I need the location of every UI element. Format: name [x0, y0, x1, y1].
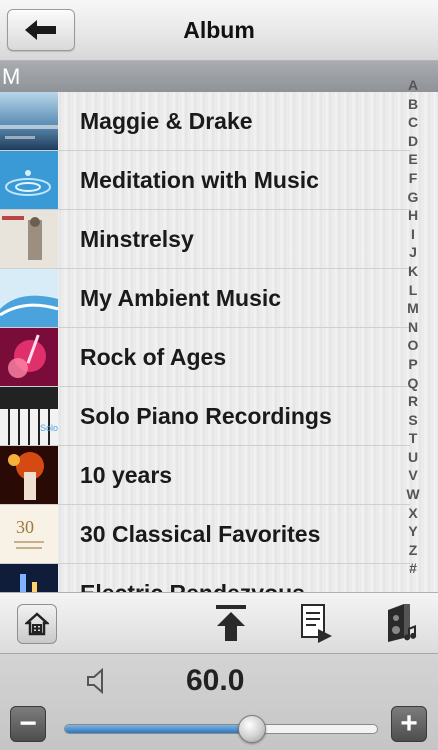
index-letter[interactable]: Q — [408, 374, 419, 393]
home-button[interactable] — [17, 604, 57, 644]
index-letter[interactable]: F — [409, 169, 418, 188]
album-row[interactable]: Maggie & Drake — [0, 92, 410, 151]
album-row[interactable]: Rock of Ages — [0, 328, 410, 387]
index-letter[interactable]: R — [408, 392, 418, 411]
index-letter[interactable]: K — [408, 262, 418, 281]
album-title: Solo Piano Recordings — [80, 403, 332, 429]
index-letter[interactable]: P — [408, 355, 417, 374]
index-letter[interactable]: G — [408, 188, 419, 207]
album-row[interactable]: Solo Solo Piano Recordings — [0, 387, 410, 446]
album-row[interactable]: Electric Rendezvous — [0, 564, 410, 592]
bottom-toolbar — [0, 592, 438, 654]
album-row[interactable]: My Ambient Music — [0, 269, 410, 328]
home-icon — [25, 612, 49, 636]
index-letter[interactable]: M — [407, 299, 419, 318]
index-letter[interactable]: W — [406, 485, 419, 504]
album-row[interactable]: Meditation with Music — [0, 151, 410, 210]
index-letter[interactable]: L — [409, 281, 418, 300]
scroll-to-top-button[interactable] — [209, 601, 253, 645]
index-letter[interactable]: V — [408, 466, 417, 485]
index-letter[interactable]: # — [409, 559, 417, 578]
section-header: M — [0, 61, 438, 92]
scroll-to-top-icon — [216, 605, 246, 641]
album-art — [0, 328, 58, 386]
album-art — [0, 564, 58, 592]
volume-panel: 60.0 − + — [0, 654, 438, 750]
volume-slider-fill — [65, 725, 253, 733]
index-letter[interactable]: Z — [409, 541, 418, 560]
volume-slider[interactable] — [64, 724, 378, 734]
index-letter[interactable]: S — [408, 411, 417, 430]
volume-up-button[interactable]: + — [391, 706, 427, 742]
album-list[interactable]: Maggie & Drake Meditation with Music Min… — [0, 92, 438, 592]
volume-value: 60.0 — [186, 664, 245, 697]
index-letter[interactable]: T — [409, 429, 418, 448]
album-art — [0, 269, 58, 327]
index-letter[interactable]: A — [408, 76, 418, 95]
svg-text:30: 30 — [16, 517, 34, 537]
album-row[interactable]: 10 years — [0, 446, 410, 505]
svg-text:Solo: Solo — [40, 423, 58, 433]
playlist-button[interactable] — [294, 601, 338, 645]
index-letter[interactable]: B — [408, 95, 418, 114]
index-letter[interactable]: Y — [408, 522, 417, 541]
index-letter[interactable]: H — [408, 206, 418, 225]
album-art — [0, 210, 58, 268]
album-title: Meditation with Music — [80, 167, 319, 193]
speaker-icon — [388, 604, 417, 642]
index-letter[interactable]: E — [408, 150, 417, 169]
index-letter[interactable]: D — [408, 132, 418, 151]
volume-slider-knob[interactable] — [238, 715, 267, 743]
album-title: Minstrelsy — [80, 226, 194, 252]
nav-bar: Album — [0, 0, 438, 61]
index-letter[interactable]: J — [409, 243, 417, 262]
album-title: 10 years — [80, 462, 173, 488]
speaker-button[interactable] — [380, 601, 424, 645]
album-title: Maggie & Drake — [80, 108, 253, 134]
index-letter[interactable]: C — [408, 113, 418, 132]
album-title: Rock of Ages — [80, 344, 227, 370]
album-row[interactable]: Minstrelsy — [0, 210, 410, 269]
album-art — [0, 151, 58, 209]
album-art — [0, 92, 58, 150]
index-letter[interactable]: U — [408, 448, 418, 467]
album-title: 30 Classical Favorites — [80, 521, 321, 547]
playlist-icon — [301, 604, 332, 643]
index-letter[interactable]: X — [408, 504, 417, 523]
page-title: Album — [183, 17, 255, 43]
album-title: My Ambient Music — [80, 285, 282, 311]
album-title: Electric Rendezvous — [80, 564, 305, 592]
album-art: 30 — [0, 505, 58, 563]
album-art — [0, 446, 58, 504]
volume-down-button[interactable]: − — [10, 706, 46, 742]
alphabet-index[interactable]: A B C D E F G H I J K L M N O P Q R S T … — [403, 76, 423, 578]
index-letter[interactable]: O — [408, 336, 419, 355]
index-letter[interactable]: N — [408, 318, 418, 337]
album-art: Solo — [0, 387, 58, 445]
speaker-low-icon — [87, 668, 103, 694]
index-letter[interactable]: I — [411, 225, 415, 244]
album-row[interactable]: 30 30 Classical Favorites — [0, 505, 410, 564]
